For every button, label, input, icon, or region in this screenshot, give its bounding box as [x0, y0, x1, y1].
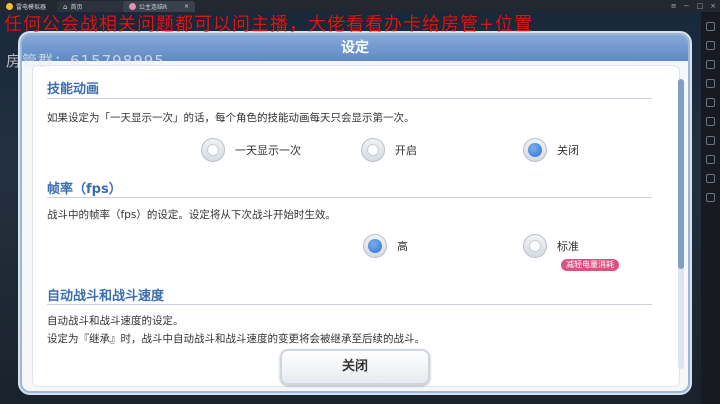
settings-icon[interactable]	[706, 41, 715, 50]
divider	[47, 197, 652, 198]
maximize-icon[interactable]: □	[697, 2, 704, 10]
auto-battle-description: 自动战斗和战斗速度的设定。	[47, 315, 184, 327]
record-icon[interactable]	[706, 174, 715, 183]
option-off[interactable]: 关闭	[523, 135, 579, 165]
settings-dialog: 设定 技能动画 如果设定为「一天显示一次」的话，每个角色的技能动画每天只会显示第…	[20, 33, 690, 393]
stream-room-text: 房管群：615798995	[6, 52, 165, 70]
option-fps-standard[interactable]: 标准	[523, 231, 579, 261]
section-skill-animation-heading: 技能动画	[47, 82, 100, 97]
folder-icon[interactable]	[706, 155, 715, 164]
auto-battle-inherit-description: 设定为『继承』时，战斗中自动战斗和战斗速度的变更将会被继承至后续的战斗。	[47, 333, 425, 345]
close-tab-icon[interactable]: ×	[184, 3, 189, 10]
skill-animation-description: 如果设定为「一天显示一次」的话，每个角色的技能动画每天只会显示第一次。	[47, 112, 415, 124]
emulator-side-toolbar	[701, 12, 720, 404]
screenshot-icon[interactable]	[706, 79, 715, 88]
radio-button[interactable]	[361, 138, 385, 162]
option-label: 关闭	[557, 144, 579, 157]
option-once-per-day[interactable]: 一天显示一次	[201, 135, 301, 165]
game-app-icon	[129, 3, 136, 10]
minimize-icon[interactable]: −	[684, 2, 690, 10]
option-fps-high[interactable]: 高	[363, 231, 408, 261]
more-icon[interactable]	[706, 193, 715, 202]
option-on[interactable]: 开启	[361, 135, 417, 165]
radio-button-selected[interactable]	[363, 234, 387, 258]
close-button[interactable]: 关闭	[280, 349, 430, 385]
power-saving-badge: 减轻电量消耗	[561, 259, 619, 271]
option-label: 一天显示一次	[235, 144, 301, 157]
dialog-body: 技能动画 如果设定为「一天显示一次」的话，每个角色的技能动画每天只会显示第一次。…	[32, 65, 680, 387]
emulator-logo-icon	[6, 3, 13, 10]
menu-icon[interactable]: ≡	[671, 2, 677, 10]
divider	[47, 98, 652, 99]
section-auto-battle-heading: 自动战斗和战斗速度	[47, 289, 165, 304]
radio-button[interactable]	[523, 234, 547, 258]
window-controls: ≡ − □ ×	[671, 0, 716, 12]
shake-icon[interactable]	[706, 117, 715, 126]
radio-button-selected[interactable]	[523, 138, 547, 162]
divider	[47, 304, 652, 305]
close-icon[interactable]: ×	[710, 2, 716, 10]
volume-icon[interactable]	[706, 60, 715, 69]
option-label: 高	[397, 240, 408, 253]
radio-button[interactable]	[201, 138, 225, 162]
fps-description: 战斗中的帧率（fps）的设定。设定将从下次战斗开始时生效。	[47, 209, 336, 221]
option-label: 开启	[395, 144, 417, 157]
option-label: 标准	[557, 240, 579, 253]
scrollbar-thumb[interactable]	[678, 79, 684, 269]
stream-banner-text: 任何公会战相关问题都可以问主播，大佬看看办卡给房管+位置	[4, 14, 534, 35]
install-apk-icon[interactable]	[706, 136, 715, 145]
fullscreen-icon[interactable]	[706, 98, 715, 107]
section-fps-heading: 帧率（fps）	[47, 182, 122, 197]
keyboard-icon[interactable]	[706, 22, 715, 31]
